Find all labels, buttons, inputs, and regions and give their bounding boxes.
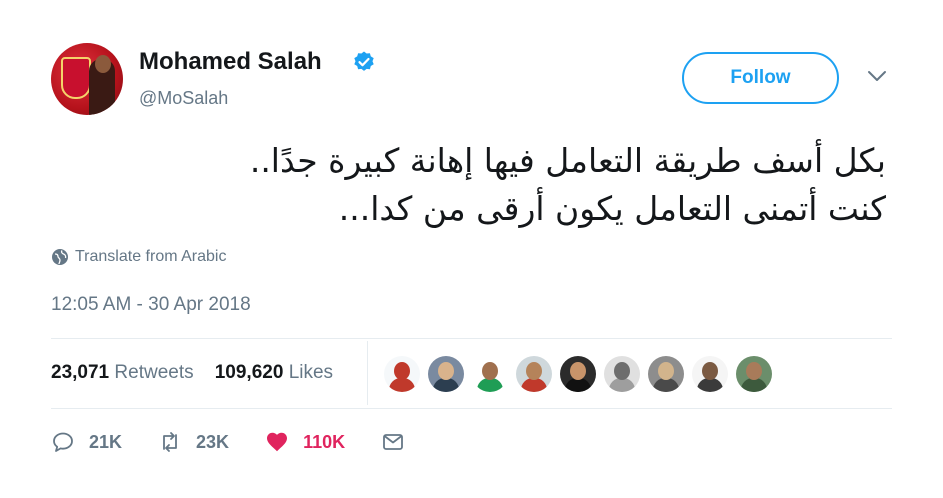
display-name[interactable]: Mohamed Salah (139, 48, 322, 76)
tweet-timestamp[interactable]: 12:05 AM - 30 Apr 2018 (51, 294, 251, 316)
reply-count: 21K (89, 431, 123, 452)
liker-avatar-7[interactable] (648, 356, 684, 392)
follow-button[interactable]: Follow (682, 52, 839, 104)
direct-message-button[interactable] (381, 430, 419, 454)
user-avatar[interactable] (51, 43, 123, 115)
divider-bottom (51, 408, 892, 409)
liker-body (565, 378, 591, 392)
liker-body (389, 378, 415, 392)
liker-body (741, 378, 767, 392)
liker-avatar-1[interactable] (384, 356, 420, 392)
tweet-line-2: كنت أتمنى التعامل يكون أرقى من كدا... (338, 189, 886, 228)
liker-body (609, 378, 635, 392)
retweet-icon (163, 432, 177, 452)
retweets-count[interactable]: 23,071 (51, 362, 109, 383)
tweet-actions: 21K 23K 110K (51, 430, 455, 454)
liker-avatar-5[interactable] (560, 356, 596, 392)
tweet-line-1: بكل أسف طريقة التعامل فيها إهانة كبيرة ج… (249, 141, 886, 180)
liker-avatar-4[interactable] (516, 356, 552, 392)
stats-separator (367, 341, 368, 405)
globe-icon (52, 249, 68, 265)
liker-body (477, 378, 503, 392)
likes-label[interactable]: Likes (289, 362, 333, 383)
retweet-count: 23K (196, 431, 230, 452)
liker-body (653, 378, 679, 392)
liker-body (433, 378, 459, 392)
verified-badge-icon (354, 51, 374, 71)
liker-face (482, 362, 498, 380)
liker-face (526, 362, 542, 380)
liker-face (570, 362, 586, 380)
liverpool-crest-icon (61, 57, 91, 99)
likes-count[interactable]: 109,620 (215, 362, 284, 383)
envelope-icon (383, 434, 404, 450)
reply-button[interactable]: 21K (51, 430, 122, 454)
liker-avatar-6[interactable] (604, 356, 640, 392)
like-count: 110K (303, 431, 346, 452)
retweets-label[interactable]: Retweets (114, 362, 193, 383)
liker-body (697, 378, 723, 392)
liker-face (658, 362, 674, 380)
liker-face (394, 362, 410, 380)
retweet-button[interactable]: 23K (158, 430, 229, 454)
user-handle[interactable]: @MoSalah (139, 88, 228, 109)
translate-link[interactable]: Translate from Arabic (51, 248, 226, 266)
divider-top (51, 338, 892, 339)
liker-body (521, 378, 547, 392)
like-button[interactable]: 110K (265, 430, 345, 454)
liker-avatar-3[interactable] (472, 356, 508, 392)
liker-face (614, 362, 630, 380)
tweet-stats: 23,071 Retweets 109,620 Likes (51, 362, 333, 384)
heart-icon (267, 432, 288, 452)
liker-avatar-8[interactable] (692, 356, 728, 392)
liker-face (702, 362, 718, 380)
tweet-text: بكل أسف طريقة التعامل فيها إهانة كبيرة ج… (60, 137, 886, 233)
liker-avatar-9[interactable] (736, 356, 772, 392)
liker-avatar-2[interactable] (428, 356, 464, 392)
liker-avatars (384, 356, 772, 392)
translate-label: Translate from Arabic (75, 248, 227, 265)
reply-icon (53, 432, 73, 452)
avatar-face (95, 55, 111, 73)
chevron-down-icon[interactable] (866, 68, 888, 84)
liker-face (438, 362, 454, 380)
liker-face (746, 362, 762, 380)
